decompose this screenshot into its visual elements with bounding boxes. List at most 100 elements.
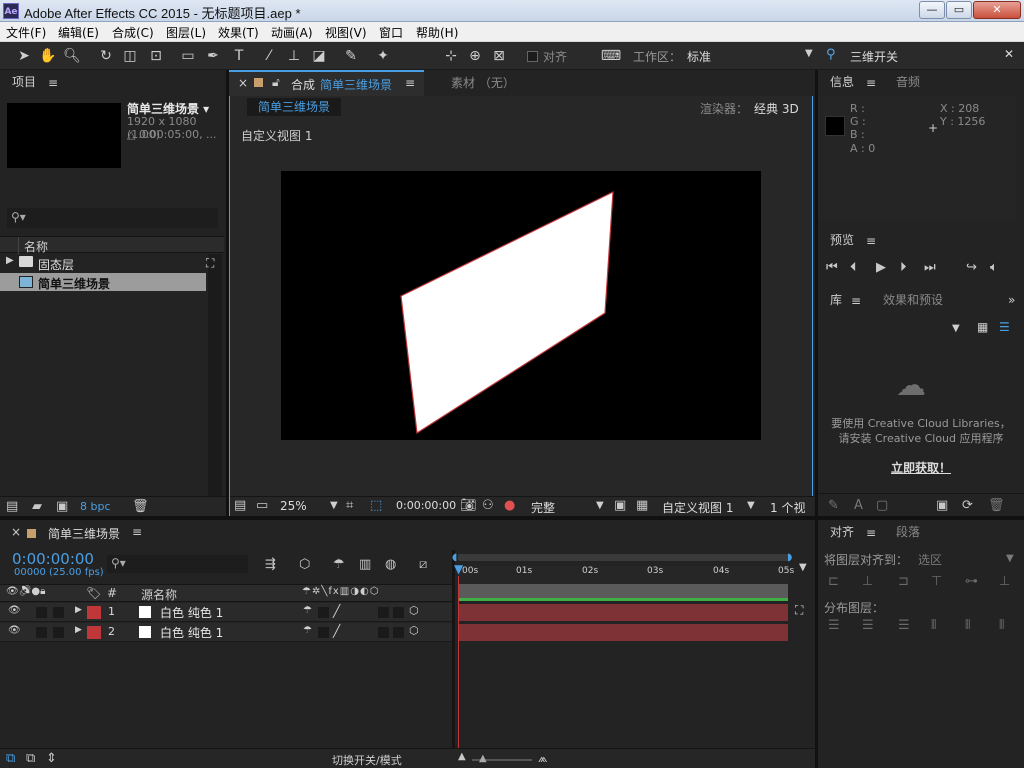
distribute-hcenter-icon[interactable]: ⫴: [965, 618, 970, 633]
bit-depth-button[interactable]: 8 bpc: [80, 500, 111, 513]
quality-switch-icon[interactable]: ╱: [333, 604, 340, 618]
distribute-vcenter-icon[interactable]: ☰: [862, 618, 874, 633]
text-tool-icon[interactable]: T: [229, 46, 249, 66]
clone-stamp-tool-icon[interactable]: ⊥: [284, 46, 304, 66]
zoom-in-icon[interactable]: ⩕: [538, 751, 547, 766]
loop-icon[interactable]: ↪: [966, 260, 977, 275]
tab-library[interactable]: 库: [830, 288, 842, 312]
align-to-dropdown-icon[interactable]: ▼: [1006, 553, 1014, 564]
collapse-switch[interactable]: [318, 627, 329, 638]
previous-frame-icon[interactable]: ⏴: [850, 260, 857, 275]
view-dropdown-icon[interactable]: ▼: [747, 500, 755, 511]
column-source-name[interactable]: 源名称: [141, 586, 177, 603]
first-frame-icon[interactable]: ⏮: [826, 260, 838, 275]
new-composition-icon[interactable]: ▣: [56, 499, 68, 514]
rotate-tool-icon[interactable]: ↻: [96, 46, 116, 66]
distribute-top-icon[interactable]: ☰: [828, 618, 840, 633]
pan-behind-tool-icon[interactable]: ⊡: [146, 46, 166, 66]
visibility-eye-icon[interactable]: 👁︎: [8, 605, 21, 616]
next-frame-icon[interactable]: ⏵: [900, 260, 907, 275]
resolution-dropdown-icon[interactable]: ▼: [596, 500, 604, 511]
world-axis-icon[interactable]: ⊕: [465, 46, 485, 66]
panel-overflow-icon[interactable]: »: [1008, 293, 1015, 307]
graph-editor-icon[interactable]: ⧄: [419, 557, 427, 572]
library-delete-icon[interactable]: 🗑︎: [988, 498, 1005, 513]
menu-animation[interactable]: 动画(A): [271, 24, 313, 41]
region-of-interest-icon[interactable]: ▣: [614, 498, 626, 513]
project-search-field[interactable]: ⚲▾: [7, 208, 218, 228]
composition-viewer[interactable]: 简单三维场景 渲染器： 经典 3D 自定义视图 1 ▤ ▭ 25% ▼ ⌗ ⬚ …: [229, 96, 814, 532]
audio-toggle[interactable]: [36, 627, 47, 638]
grid-options-icon[interactable]: ⌗: [346, 498, 353, 513]
preview-menu-icon[interactable]: ≡: [866, 234, 876, 248]
frame-blending-icon[interactable]: ▥: [359, 557, 371, 572]
current-time-indicator-icon[interactable]: ▼: [454, 562, 463, 576]
table-row[interactable]: 👁︎ ▶ 1 白色 纯色 1 ☂ ╱ ⬡: [0, 603, 452, 622]
column-number[interactable]: #: [107, 586, 117, 600]
collapse-switch[interactable]: [318, 607, 329, 618]
stretch-icon[interactable]: ⇕: [46, 751, 57, 766]
layer-label-color[interactable]: [87, 626, 101, 639]
menu-help[interactable]: 帮助(H): [416, 24, 458, 41]
tab-paragraph[interactable]: 段落: [896, 520, 920, 544]
composition-canvas[interactable]: [281, 171, 761, 440]
mask-visibility-icon[interactable]: ⬚: [370, 498, 382, 513]
menu-effect[interactable]: 效果(T): [218, 24, 259, 41]
tab-footage[interactable]: 素材 （无）: [451, 74, 515, 91]
stock-icon[interactable]: ▣: [936, 498, 948, 513]
white-solid-layer[interactable]: [400, 191, 614, 435]
timeline-search-field[interactable]: ⚲▾: [107, 555, 248, 573]
channel-icon[interactable]: ●: [504, 498, 515, 513]
sync-icon[interactable]: ⟳: [962, 498, 973, 513]
mute-audio-icon[interactable]: 🔈︎: [990, 260, 998, 275]
zoom-dropdown-icon[interactable]: ▼: [330, 500, 338, 511]
renderer-value[interactable]: 经典 3D: [754, 100, 799, 117]
layer-name[interactable]: 白色 纯色 1: [160, 604, 223, 621]
brush-tool-icon[interactable]: ⁄: [259, 46, 279, 66]
add-text-icon[interactable]: A: [854, 498, 863, 513]
current-time[interactable]: 0:00:00:00: [396, 499, 456, 512]
layer-expand-icon[interactable]: ▶: [75, 625, 82, 635]
distribute-bottom-icon[interactable]: ☰: [898, 618, 910, 633]
last-frame-icon[interactable]: ⏭: [924, 260, 936, 275]
table-row[interactable]: 👁︎ ▶ 2 白色 纯色 1 ☂ ╱ ⬡: [0, 623, 452, 642]
search-clear-icon[interactable]: ✕: [1004, 47, 1014, 61]
hierarchy-icon[interactable]: ⛶: [206, 256, 214, 271]
adjustment-switch[interactable]: [378, 607, 389, 618]
switches-header-icons[interactable]: ☂✲╲fx▥◑◐⬡: [302, 586, 379, 597]
tab-preview[interactable]: 预览: [830, 228, 854, 252]
library-dropdown-icon[interactable]: ▼: [952, 323, 960, 334]
minimize-button[interactable]: —: [919, 1, 945, 19]
layer-name[interactable]: 白色 纯色 1: [160, 624, 223, 641]
adjustment-switch[interactable]: [378, 627, 389, 638]
roto-brush-tool-icon[interactable]: ✎: [341, 46, 361, 66]
list-item-selected[interactable]: 简单三维场景: [0, 273, 206, 291]
layer-expand-icon[interactable]: ▶: [75, 605, 82, 615]
workspace-dropdown-icon[interactable]: ▼: [805, 48, 813, 59]
distribute-right-icon[interactable]: ⫴: [999, 618, 1004, 633]
composition-chip[interactable]: 简单三维场景: [247, 98, 341, 116]
3d-layer-switch-icon[interactable]: ⬡: [409, 604, 419, 617]
shy-layers-icon[interactable]: ☂: [333, 557, 345, 572]
timeline-menu-icon[interactable]: ≡: [132, 525, 142, 539]
get-now-link[interactable]: 立即获取！: [818, 459, 1024, 476]
timeline-current-time[interactable]: 0:00:00:00: [12, 550, 94, 568]
workspace-select[interactable]: 标准: [687, 48, 711, 65]
project-scrollbar[interactable]: [208, 254, 222, 496]
align-checkbox[interactable]: [527, 51, 538, 62]
lock-icon[interactable]: 🔓︎: [272, 75, 280, 90]
zoom-select[interactable]: 25%: [280, 499, 307, 513]
show-snapshot-icon[interactable]: ⚇: [482, 498, 494, 513]
solo-toggle[interactable]: [53, 627, 64, 638]
tab-audio[interactable]: 音频: [896, 70, 920, 94]
tab-effects-presets[interactable]: 效果和预设: [883, 288, 943, 312]
motion-blur-icon[interactable]: ◍: [385, 557, 396, 572]
align-vcenter-icon[interactable]: ⊶: [965, 574, 978, 589]
library-menu-icon[interactable]: ≡: [851, 294, 861, 308]
tab-align[interactable]: 对齐: [830, 520, 854, 544]
layer-duration-bar[interactable]: [458, 604, 788, 621]
list-view-icon[interactable]: ☰: [999, 320, 1010, 334]
shy-switch-icon[interactable]: ☂: [303, 605, 312, 616]
toggle-switches-modes-button[interactable]: 切换开关/模式: [332, 752, 402, 768]
menu-edit[interactable]: 编辑(E): [58, 24, 99, 41]
